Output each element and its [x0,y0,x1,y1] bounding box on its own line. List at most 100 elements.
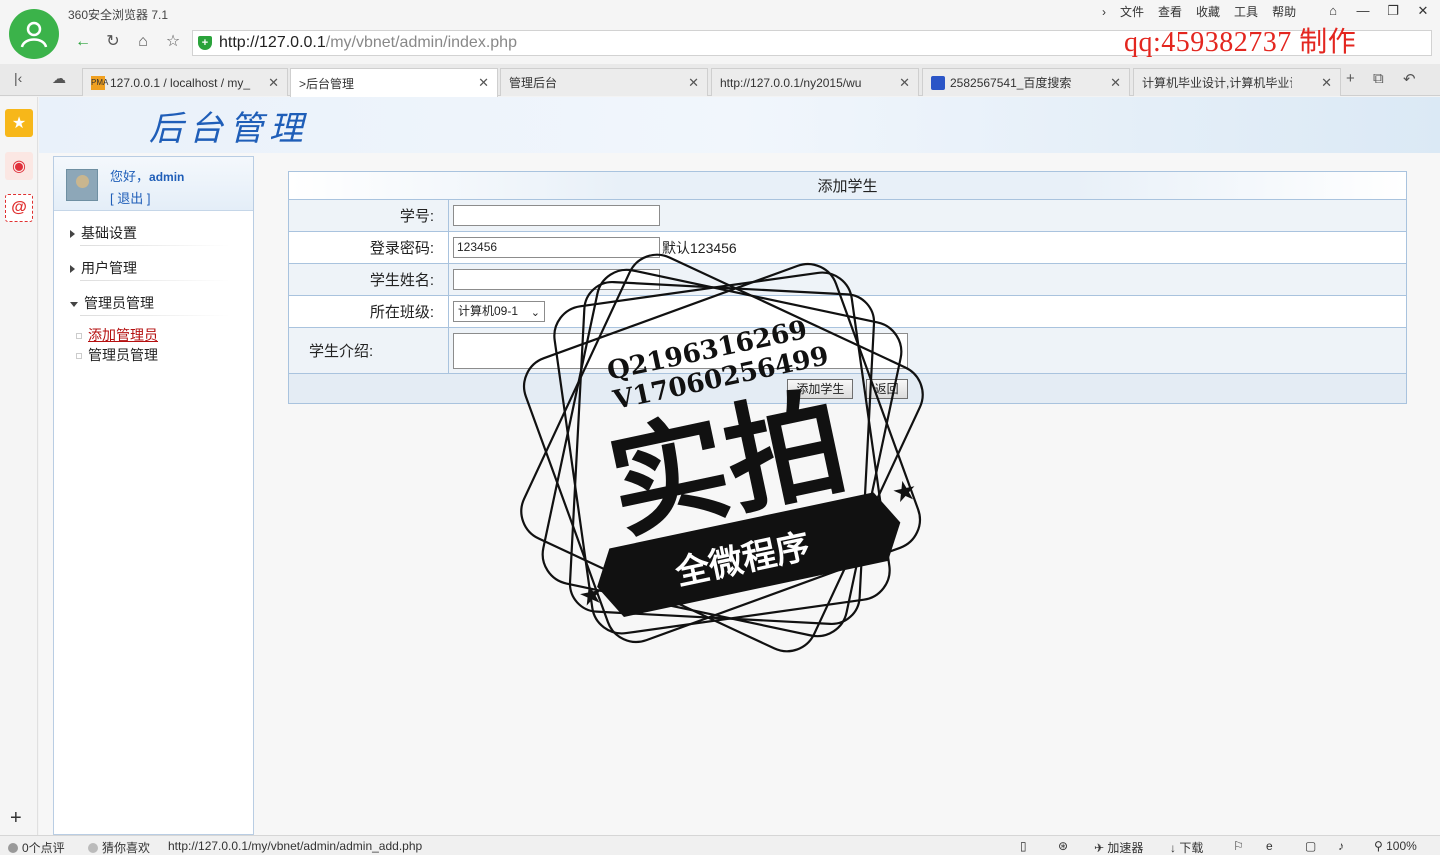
tab-close-icon[interactable]: ✕ [1110,75,1121,91]
tab-admin-backend[interactable]: 管理后台 ✕ [500,68,708,179]
menu-divider [80,315,230,316]
back-button[interactable]: 返回 [865,378,908,399]
zoom-status[interactable]: ⚲ 100% [1374,839,1417,853]
rocket-icon: ✈ [1094,841,1108,855]
undo-close-icon[interactable]: ↶ [1403,70,1416,88]
menu-subitem-label[interactable]: 管理员管理 [88,347,158,363]
tab-close-icon[interactable]: ✕ [688,75,699,91]
reviews-status[interactable]: 0个点评 [8,839,65,855]
tab-label: 计算机毕业设计,计算机毕业设 [1142,76,1292,90]
student-id-label: 学号: [288,199,449,232]
browser-logo-icon[interactable] [9,9,59,59]
security-shield-icon: + [198,36,212,50]
tab-admin-active[interactable]: >后台管理 ✕ [290,68,498,179]
menu-subitem-add-admin[interactable]: 添加管理员 [76,325,158,345]
new-tab-plus-icon[interactable]: + [1346,70,1355,87]
tab-phpmyadmin[interactable]: PMA 127.0.0.1 / localhost / my_ ✕ [82,68,288,96]
flag-icon[interactable]: ⚐ [1233,839,1244,853]
tab-close-icon[interactable]: ✕ [1321,75,1332,91]
intro-textarea[interactable] [453,332,908,369]
menu-group-user-management[interactable]: 用户管理 [70,258,137,278]
sidebar-add-icon[interactable]: + [10,807,22,830]
menu-item-view[interactable]: 查看 [1151,4,1189,20]
admin-menu-panel: 您好，admin [ 退出 ] 基础设置 用户管理 管理员管理 添加管理员 管理… [53,156,254,835]
add-student-button[interactable]: 添加学生 [787,378,854,399]
menu-subitem-link[interactable]: 添加管理员 [88,327,158,343]
clean-icon[interactable]: ⊛ [1058,839,1068,853]
skin-icon[interactable]: ⌂ [1318,2,1348,20]
menu-group-admin-management[interactable]: 管理员管理 [70,293,154,313]
class-select-value: 计算机09-1 [458,304,519,318]
guess-status[interactable]: 猜你喜欢 [88,839,150,855]
pma-icon: PMA [91,75,108,90]
address-url[interactable]: http://127.0.0.1/my/vbnet/admin/index.ph… [219,34,517,52]
intro-label: 学生介绍: [288,327,449,374]
tab-graduation-design[interactable]: 计算机毕业设计,计算机毕业设 ✕ [1133,68,1341,179]
tab-close-icon[interactable]: ✕ [478,75,489,91]
menu-group-basic-settings[interactable]: 基础设置 [70,223,137,243]
menu-subitem-admin-management[interactable]: 管理员管理 [76,345,158,365]
class-select[interactable]: 计算机09-1 ⌄ [453,301,545,322]
class-label: 所在班级: [288,295,449,328]
tab-close-icon[interactable]: ✕ [899,75,910,91]
tab-label: >后台管理 [299,76,355,91]
close-window-icon[interactable]: ✕ [1408,2,1438,20]
form-row-intro: 学生介绍: [288,327,1407,374]
tab-bar: |‹ ☁ PMA 127.0.0.1 / localhost / my_ ✕ >… [0,64,1440,179]
avatar [66,169,98,201]
tab-scroll-left-icon[interactable]: |‹ [14,70,22,86]
favorite-star-icon[interactable]: ☆ [158,30,188,54]
accelerator-text: 加速器 [1107,841,1144,855]
cloud-icon[interactable]: ☁ [52,70,66,87]
form-button-row: 添加学生 返回 [288,373,1407,404]
volume-icon[interactable]: ♪ [1338,839,1344,853]
mail-at-icon[interactable]: @ [5,194,33,222]
maximize-icon[interactable]: ❐ [1378,2,1408,20]
web-page: 后台管理 您好，admin [ 退出 ] 基础设置 用户管理 管理员管理 添加管… [39,97,1440,835]
download-text: 下载 [1179,841,1204,855]
page-banner: 后台管理 [39,97,1440,153]
tab-close-icon[interactable]: ✕ [268,75,279,91]
tab-ny2015[interactable]: http://127.0.0.1/ny2015/wu ✕ [711,68,919,179]
form-title: 添加学生 [288,171,1407,200]
user-greeting: 您好，admin [110,166,184,185]
refresh-icon[interactable]: ↻ [98,30,128,54]
password-hint: 默认123456 [662,239,737,256]
browser-titlebar: 360安全浏览器 7.1 › 文件 查看 收藏 工具 帮助 ⌂ — ❐ ✕ ← … [0,0,1440,64]
qq-overlay-text: qq:459382737 制作 [1124,27,1357,58]
window-controls: ⌂ — ❐ ✕ [1318,2,1438,20]
menu-group-label: 管理员管理 [84,295,154,311]
tab-label: 2582567541_百度搜索 [950,76,1072,90]
caret-right-icon [70,230,75,239]
menu-item-favorites[interactable]: 收藏 [1189,4,1227,20]
favorites-star-icon[interactable]: ★ [5,109,33,137]
minimize-icon[interactable]: — [1348,2,1378,20]
accelerator-status[interactable]: ✈ 加速器 [1094,839,1143,855]
menu-chevron-icon[interactable]: › [1095,4,1113,20]
menu-divider [80,280,230,281]
menu-item-file[interactable]: 文件 [1113,4,1151,20]
reviews-icon [8,843,18,853]
status-bar: 0个点评 猜你喜欢 http://127.0.0.1/my/vbnet/admi… [0,835,1440,855]
guess-icon [88,843,98,853]
password-input[interactable]: 123456 [453,237,660,258]
tab-list-icon[interactable]: ⧉ [1373,70,1384,87]
caret-down-icon [70,301,78,307]
menu-item-tools[interactable]: 工具 [1227,4,1265,20]
tab-baidu-search[interactable]: 2582567541_百度搜索 ✕ [922,68,1130,96]
mobile-icon[interactable]: ▯ [1020,839,1027,853]
weibo-icon[interactable]: ◉ [5,152,33,180]
download-status[interactable]: ↓ 下载 [1170,839,1203,855]
browser-menu: › 文件 查看 收藏 工具 帮助 [1095,4,1303,20]
student-id-input[interactable] [453,205,660,226]
logout-link[interactable]: [ 退出 ] [110,188,150,207]
ie-icon[interactable]: e [1266,839,1273,853]
home-icon[interactable]: ⌂ [128,30,158,54]
menu-group-label: 基础设置 [81,225,137,241]
user-box: 您好，admin [ 退出 ] [54,157,253,211]
form-row-password: 登录密码: 123456 默认123456 [288,231,1407,264]
window-icon[interactable]: ▢ [1305,839,1316,853]
back-arrow-icon[interactable]: ← [68,30,98,54]
student-name-input[interactable] [453,269,660,290]
menu-item-help[interactable]: 帮助 [1265,4,1303,20]
